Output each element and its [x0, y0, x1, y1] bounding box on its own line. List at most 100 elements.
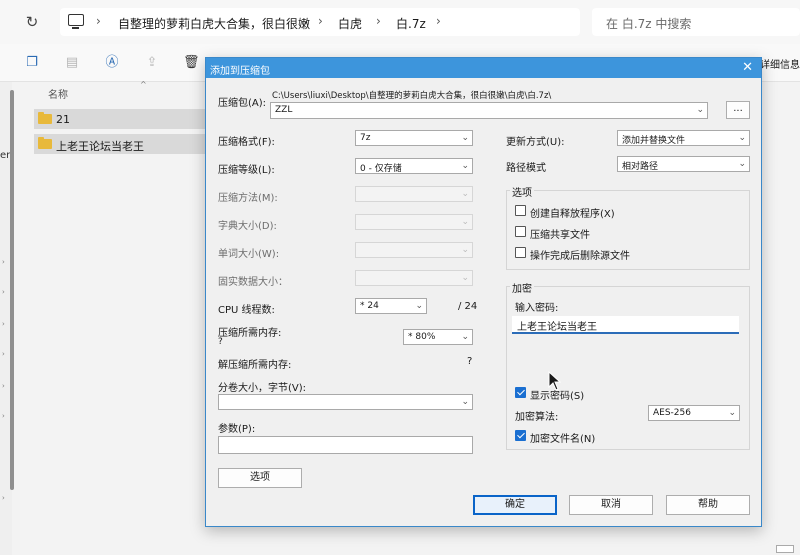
breadcrumb[interactable]: › 自整理的萝莉白虎大合集，很白很嫩 › 白虎 › 白.7z › — [60, 8, 580, 36]
split-label: 分卷大小，字节(V): — [218, 383, 307, 394]
copy-icon[interactable]: ❐ — [24, 55, 40, 71]
sort-caret-icon: ^ — [140, 80, 147, 89]
close-icon[interactable]: ✕ — [742, 60, 753, 75]
chevron-down-icon: ⌄ — [738, 133, 746, 143]
archive-name-value: ZZL — [275, 105, 293, 115]
encryption-method-label: 加密算法: — [515, 412, 559, 423]
encrypt-names-label[interactable]: 加密文件名(N) — [530, 430, 595, 445]
level-combo[interactable]: 0 - 仅存储 ⌄ — [355, 158, 473, 174]
shared-label[interactable]: 压缩共享文件 — [530, 226, 590, 241]
chevron-down-icon: ⌄ — [696, 105, 704, 115]
dialog-title: 添加到压缩包 — [210, 66, 270, 77]
path-mode-combo[interactable]: 相对路径 ⌄ — [617, 156, 750, 172]
word-label: 单词大小(W): — [218, 249, 280, 260]
chevron-right-icon[interactable]: › — [2, 258, 5, 266]
chevron-right-icon[interactable]: › — [2, 288, 5, 296]
list-item[interactable]: 上老王论坛当老王 — [34, 134, 214, 154]
threads-label: CPU 线程数: — [218, 305, 275, 316]
method-label: 压缩方法(M): — [218, 193, 278, 204]
update-mode-combo[interactable]: 添加并替换文件 ⌄ — [617, 130, 750, 146]
breadcrumb-item[interactable]: 自整理的萝莉白虎大合集，很白很嫩 — [118, 15, 310, 32]
delete-source-checkbox[interactable] — [515, 247, 526, 258]
chevron-down-icon: ⌄ — [461, 133, 469, 143]
params-input[interactable] — [218, 436, 473, 454]
update-mode-value: 添加并替换文件 — [622, 136, 686, 146]
search-box[interactable]: 在 白.7z 中搜索 — [592, 8, 800, 36]
chevron-down-icon: ⌄ — [461, 161, 469, 171]
file-name: 上老王论坛当老王 — [56, 140, 144, 153]
sfx-label[interactable]: 创建自释放程序(X) — [530, 205, 615, 220]
encryption-method-combo[interactable]: AES-256 ⌄ — [648, 405, 740, 421]
chevron-down-icon: ⌄ — [461, 273, 469, 283]
chevron-right-icon[interactable]: › — [2, 382, 5, 390]
address-bar: ↻ › 自整理的萝莉白虎大合集，很白很嫩 › 白虎 › 白.7z › 在 白.7… — [0, 0, 800, 44]
taskbar-fragment — [776, 545, 794, 553]
share-icon[interactable]: ⇪ — [144, 55, 160, 71]
format-combo[interactable]: 7z ⌄ — [355, 130, 473, 146]
delete-icon[interactable]: 🗑 — [183, 55, 200, 71]
computer-icon[interactable] — [68, 14, 84, 29]
password-label: 输入密码: — [515, 303, 559, 314]
dialog-titlebar: 添加到压缩包 ✕ — [206, 58, 761, 78]
split-combo[interactable]: ⌄ — [218, 394, 473, 410]
archive-name-combo[interactable]: ZZL ⌄ — [270, 102, 708, 119]
archive-label: 压缩包(A): — [218, 98, 267, 109]
paste-icon[interactable]: ▤ — [64, 55, 80, 71]
chevron-down-icon: ⌄ — [461, 332, 469, 342]
chevron-right-icon[interactable]: › — [2, 412, 5, 420]
dict-label: 字典大小(D): — [218, 221, 277, 232]
memory-combo[interactable]: * 80% ⌄ — [403, 329, 473, 345]
folder-icon — [38, 112, 52, 124]
breadcrumb-item[interactable]: 白.7z — [396, 15, 426, 32]
memory-value: * 80% — [408, 332, 436, 342]
encryption-group-title: 加密 — [510, 280, 534, 295]
solid-label: 固实数据大小： — [218, 277, 288, 288]
memory-unknown: ? — [218, 337, 223, 347]
params-label: 参数(P): — [218, 424, 256, 435]
memory-label: 压缩所需内存: — [218, 328, 282, 339]
cancel-button[interactable]: 取消 — [569, 495, 653, 515]
word-combo: ⌄ — [355, 242, 473, 258]
details-button[interactable]: 详细信息 — [760, 56, 800, 71]
password-input[interactable]: 上老王论坛当老王 — [512, 316, 739, 334]
ok-button[interactable]: 确定 — [473, 495, 557, 515]
archive-path: C:\Users\liuxi\Desktop\自整理的萝莉白虎大合集，很白很嫩\… — [272, 91, 552, 101]
scrollbar[interactable] — [10, 90, 14, 490]
path-mode-value: 相对路径 — [622, 162, 659, 172]
encryption-method-value: AES-256 — [653, 408, 691, 418]
sfx-checkbox[interactable] — [515, 205, 526, 216]
search-placeholder: 在 白.7z 中搜索 — [606, 17, 692, 31]
chevron-right-icon[interactable]: › — [2, 494, 5, 502]
refresh-icon[interactable]: ↻ — [22, 12, 42, 32]
options-button[interactable]: 选项 — [218, 468, 302, 488]
list-item[interactable]: 21 — [34, 109, 214, 129]
show-password-checkbox[interactable] — [515, 387, 526, 398]
solid-combo: ⌄ — [355, 270, 473, 286]
show-password-label[interactable]: 显示密码(S) — [530, 387, 584, 402]
chevron-down-icon: ⌄ — [461, 397, 469, 407]
chevron-down-icon: ⌄ — [738, 159, 746, 169]
update-mode-label: 更新方式(U): — [506, 137, 565, 148]
shared-checkbox[interactable] — [515, 226, 526, 237]
format-label: 压缩格式(F): — [218, 137, 275, 148]
path-mode-label: 路径模式 — [506, 163, 546, 174]
rename-icon[interactable]: Ⓐ — [104, 55, 120, 71]
breadcrumb-item[interactable]: 白虎 — [338, 15, 362, 32]
format-value: 7z — [360, 133, 371, 143]
chevron-right-icon[interactable]: › — [2, 320, 5, 328]
threads-total: / 24 — [458, 301, 478, 312]
browse-button[interactable]: ... — [726, 101, 750, 119]
decompress-memory-label: 解压缩所需内存: — [218, 360, 292, 371]
chevron-right-icon: › — [96, 14, 101, 28]
level-value: 0 - 仅存储 — [360, 164, 402, 174]
threads-combo[interactable]: * 24 ⌄ — [355, 298, 427, 314]
chevron-down-icon: ⌄ — [728, 408, 736, 418]
chevron-down-icon: ⌄ — [461, 217, 469, 227]
chevron-right-icon: › — [318, 14, 323, 28]
chevron-right-icon[interactable]: › — [2, 350, 5, 358]
encrypt-names-checkbox[interactable] — [515, 430, 526, 441]
help-button[interactable]: 帮助 — [666, 495, 750, 515]
delete-source-label[interactable]: 操作完成后删除源文件 — [530, 247, 630, 262]
chevron-down-icon: ⌄ — [415, 301, 423, 311]
column-header-name[interactable]: 名称 — [48, 86, 68, 101]
